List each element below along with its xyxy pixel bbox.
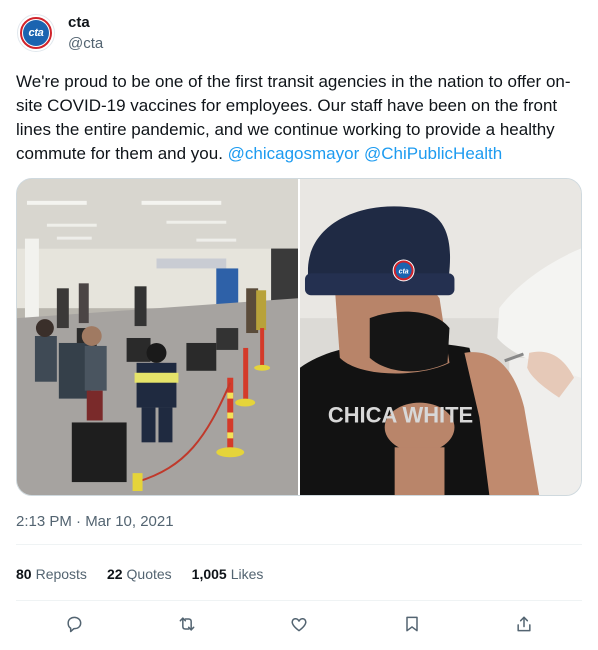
likes-stat[interactable]: 1,005 Likes	[192, 566, 264, 582]
cta-logo: cta	[20, 17, 52, 49]
share-icon[interactable]	[512, 612, 536, 636]
action-bar	[16, 612, 582, 636]
vaccination-waiting-area-photo[interactable]	[17, 179, 298, 495]
like-icon[interactable]	[287, 612, 311, 636]
avatar[interactable]: cta	[17, 14, 55, 52]
reply-icon[interactable]	[62, 612, 86, 636]
divider	[16, 544, 582, 545]
media-grid: cta CHICA WHITE	[16, 178, 582, 496]
hat-logo-text: cta	[399, 268, 409, 275]
engagement-stats: 80 Reposts 22 Quotes 1,005 Likes	[16, 566, 263, 582]
mention-chipublichealth[interactable]: @ChiPublicHealth	[364, 144, 502, 163]
bookmark-icon[interactable]	[400, 612, 424, 636]
shirt-text: CHICA WHITE	[328, 402, 473, 427]
divider	[16, 600, 582, 601]
tweet-timestamp[interactable]: 2:13 PM · Mar 10, 2021	[16, 513, 174, 530]
repost-icon[interactable]	[175, 612, 199, 636]
display-name[interactable]: cta	[68, 14, 90, 31]
reposts-stat[interactable]: 80 Reposts	[16, 566, 87, 582]
employee-receiving-vaccine-photo[interactable]: cta CHICA WHITE	[300, 179, 581, 495]
quotes-stat[interactable]: 22 Quotes	[107, 566, 172, 582]
tweet-text: We're proud to be one of the first trans…	[16, 70, 582, 166]
mention-chicagosmayor[interactable]: @chicagosmayor	[228, 144, 360, 163]
user-handle[interactable]: @cta	[68, 35, 103, 52]
tweet: cta cta @cta We're proud to be one of th…	[0, 0, 598, 650]
